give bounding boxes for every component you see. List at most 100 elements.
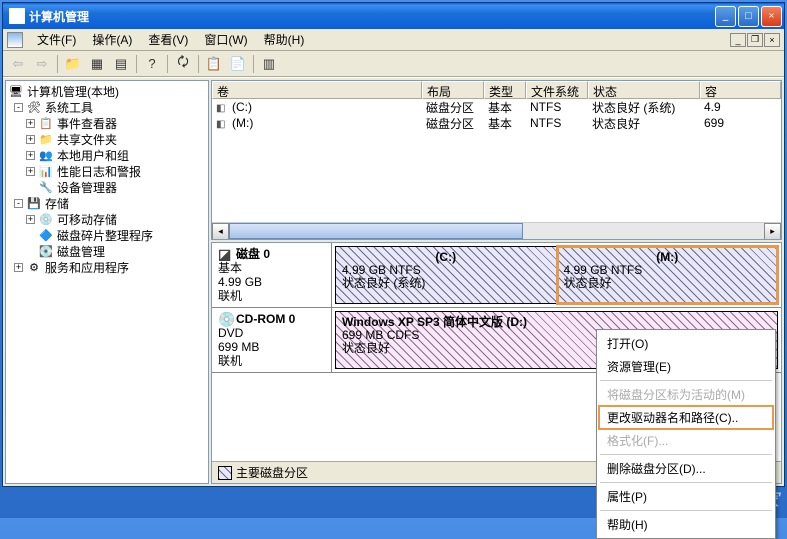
tree-event-viewer[interactable]: + 📋 事件查看器 (8, 115, 206, 131)
tree-shared-folders[interactable]: + 📁 共享文件夹 (8, 131, 206, 147)
col-layout[interactable]: 布局 (422, 81, 484, 99)
col-status[interactable]: 状态 (588, 81, 700, 99)
expand-icon[interactable]: + (26, 151, 35, 160)
titlebar: 🖥 计算机管理 _ □ × (3, 3, 784, 29)
legend-swatch (218, 466, 232, 480)
maximize-button[interactable]: □ (738, 6, 759, 27)
scroll-left-button[interactable]: ◂ (212, 223, 229, 240)
device-icon: 🔧 (38, 180, 54, 194)
ctx-open[interactable]: 打开(O) (599, 332, 773, 355)
show-hide-button[interactable]: ▤ (110, 53, 132, 75)
nav-back-button[interactable]: ⇦ (7, 53, 29, 75)
tree-root[interactable]: 🖥 计算机管理(本地) (8, 83, 206, 99)
mdi-restore-button[interactable]: ❐ (747, 33, 763, 47)
collapse-icon[interactable]: - (14, 199, 23, 208)
col-type[interactable]: 类型 (484, 81, 526, 99)
scroll-track[interactable] (229, 223, 764, 239)
hdd-icon: ◪ (218, 247, 236, 261)
nav-forward-button[interactable]: ⇨ (31, 53, 53, 75)
toolbar-separator (198, 55, 199, 73)
tree-defrag[interactable]: 🔷 磁盘碎片整理程序 (8, 227, 206, 243)
expand-icon[interactable]: + (14, 263, 23, 272)
ctx-help[interactable]: 帮助(H) (599, 513, 773, 536)
users-icon: 👥 (38, 148, 54, 162)
disk-info[interactable]: ◪磁盘 0 基本 4.99 GB 联机 (212, 243, 332, 307)
tools-icon: 🛠 (26, 100, 42, 114)
help-button[interactable]: ? (141, 53, 163, 75)
close-button[interactable]: × (761, 6, 782, 27)
tree-device-mgr[interactable]: 🔧 设备管理器 (8, 179, 206, 195)
h-scrollbar[interactable]: ◂ ▸ (212, 222, 781, 239)
col-capacity[interactable]: 容 (700, 81, 781, 99)
tree-services[interactable]: + ⚙ 服务和应用程序 (8, 259, 206, 275)
volumes-list: 卷 布局 类型 文件系统 状态 容 ◧(C:) 磁盘分区 基本 NTFS 状态良… (211, 80, 782, 240)
scroll-right-button[interactable]: ▸ (764, 223, 781, 240)
tree-disk-mgmt[interactable]: 💽 磁盘管理 (8, 243, 206, 259)
expand-icon[interactable]: + (26, 135, 35, 144)
tree-storage[interactable]: - 💾 存储 (8, 195, 206, 211)
ctx-delete[interactable]: 删除磁盘分区(D)... (599, 457, 773, 480)
expand-icon[interactable]: + (26, 119, 35, 128)
col-fs[interactable]: 文件系统 (526, 81, 588, 99)
menubar: 文件(F) 操作(A) 查看(V) 窗口(W) 帮助(H) _ ❐ × (3, 29, 784, 51)
mdi-close-button[interactable]: × (764, 33, 780, 47)
ctx-separator (600, 380, 772, 381)
col-volume[interactable]: 卷 (212, 81, 422, 99)
settings-button[interactable]: 📋 (203, 53, 225, 75)
tree-local-users[interactable]: + 👥 本地用户和组 (8, 147, 206, 163)
cdrom-info[interactable]: 💿CD-ROM 0 DVD 699 MB 联机 (212, 308, 332, 372)
partition-m[interactable]: (M:) 4.99 GB NTFS 状态良好 (557, 246, 779, 304)
ctx-explore[interactable]: 资源管理(E) (599, 355, 773, 378)
toolbar: ⇦ ⇨ 📁 ▦ ▤ ? 🗘 📋 📄 ▥ (3, 51, 784, 77)
ctx-separator (600, 510, 772, 511)
volume-row[interactable]: ◧(C:) 磁盘分区 基本 NTFS 状态良好 (系统) 4.9 (212, 99, 781, 115)
services-icon: ⚙ (26, 260, 42, 274)
disk-icon: 💽 (38, 244, 54, 258)
mdi-icon (7, 32, 23, 48)
mdi-minimize-button[interactable]: _ (730, 33, 746, 47)
up-folder-button[interactable]: 📁 (62, 53, 84, 75)
drive-icon: ◧ (216, 103, 230, 114)
ctx-properties[interactable]: 属性(P) (599, 485, 773, 508)
toolbar-separator (57, 55, 58, 73)
list-header: 卷 布局 类型 文件系统 状态 容 (212, 81, 781, 99)
window-title: 计算机管理 (29, 8, 715, 25)
menu-window[interactable]: 窗口(W) (196, 29, 255, 50)
folder-icon: 📁 (38, 132, 54, 146)
ctx-separator (600, 482, 772, 483)
ctx-change-letter[interactable]: 更改驱动器名和路径(C).. (599, 406, 773, 429)
properties-button[interactable]: ▦ (86, 53, 108, 75)
volume-row[interactable]: ◧(M:) 磁盘分区 基本 NTFS 状态良好 699 (212, 115, 781, 131)
tree-system-tools[interactable]: - 🛠 系统工具 (8, 99, 206, 115)
cdrom-icon: 💿 (218, 312, 236, 326)
disk-row: ◪磁盘 0 基本 4.99 GB 联机 (C:) 4.99 GB NTFS 状态… (212, 243, 781, 308)
storage-icon: 💾 (26, 196, 42, 210)
toolbar-separator (167, 55, 168, 73)
tree-panel[interactable]: 🖥 计算机管理(本地) - 🛠 系统工具 + 📋 事件查看器 + 📁 共享文件夹 (5, 80, 209, 484)
collapse-icon[interactable]: - (14, 103, 23, 112)
scroll-thumb[interactable] (229, 223, 523, 239)
legend-label: 主要磁盘分区 (236, 464, 308, 481)
menu-action[interactable]: 操作(A) (84, 29, 140, 50)
drive-icon: ◧ (216, 119, 230, 130)
menu-file[interactable]: 文件(F) (29, 29, 84, 50)
disk-list-button[interactable]: 📄 (227, 53, 249, 75)
ctx-format: 格式化(F)... (599, 429, 773, 452)
computer-icon: 🖥 (8, 84, 24, 98)
context-menu: 打开(O) 资源管理(E) 将磁盘分区标为活动的(M) 更改驱动器名和路径(C)… (596, 329, 776, 539)
ctx-separator (600, 454, 772, 455)
toolbar-separator (136, 55, 137, 73)
expand-icon[interactable]: + (26, 215, 35, 224)
refresh-button[interactable]: 🗘 (172, 53, 194, 75)
menu-help[interactable]: 帮助(H) (256, 29, 313, 50)
partition-c[interactable]: (C:) 4.99 GB NTFS 状态良好 (系统) (335, 246, 557, 304)
tree-removable[interactable]: + 💿 可移动存储 (8, 211, 206, 227)
minimize-button[interactable]: _ (715, 6, 736, 27)
expand-icon[interactable]: + (26, 167, 35, 176)
tree-perf-logs[interactable]: + 📊 性能日志和警报 (8, 163, 206, 179)
ctx-mark-active: 将磁盘分区标为活动的(M) (599, 383, 773, 406)
app-icon: 🖥 (9, 8, 25, 24)
menu-view[interactable]: 查看(V) (140, 29, 196, 50)
view-mode-button[interactable]: ▥ (258, 53, 280, 75)
event-icon: 📋 (38, 116, 54, 130)
